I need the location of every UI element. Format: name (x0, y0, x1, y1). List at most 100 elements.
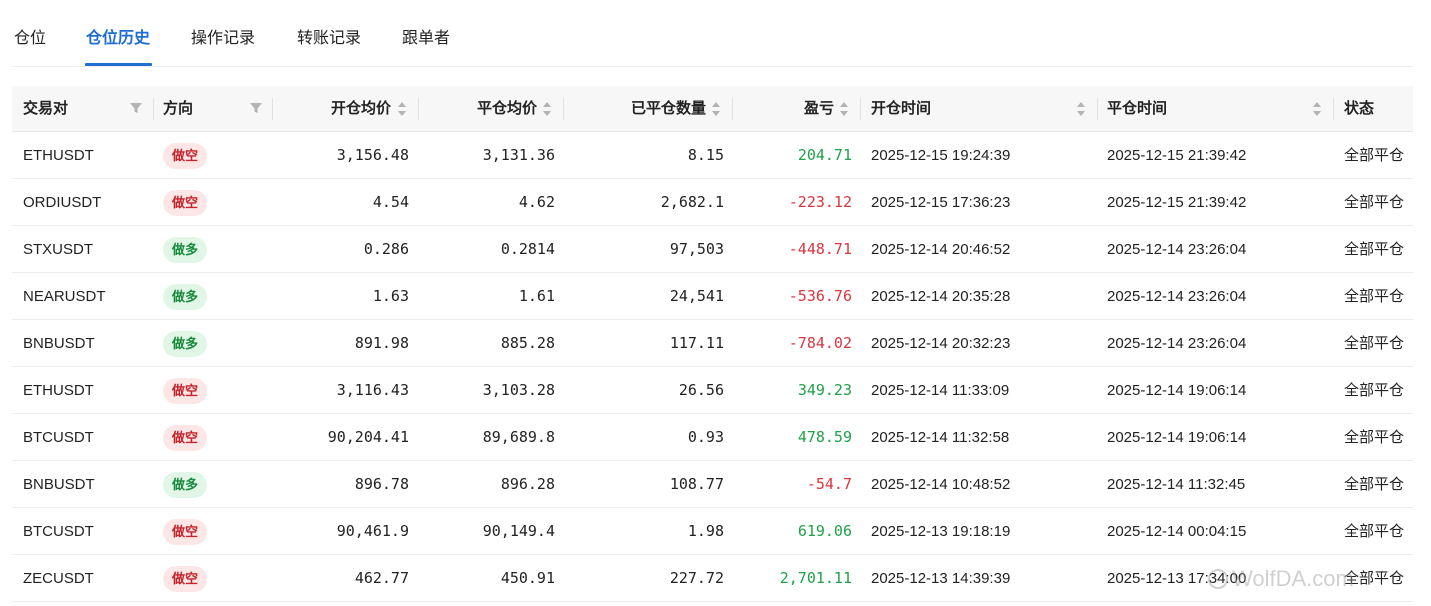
cell-status: 全部平仓 (1344, 241, 1405, 258)
cell-pnl: 619.06 (797, 522, 852, 540)
cell-close-time: 2025-12-15 21:39:42 (1107, 147, 1247, 164)
table-row[interactable]: ORDIUSDT 做空 4.54 4.62 2,682.1 -223.12 2025-12-… (12, 179, 1413, 226)
cell-open-avg: 90,204.41 (327, 428, 409, 446)
cell-open-avg: 90,461.9 (336, 522, 409, 540)
direction-badge: 做多 (163, 237, 208, 263)
sort-icon[interactable] (839, 99, 849, 119)
sort-icon[interactable] (542, 99, 552, 119)
sort-icon[interactable] (397, 99, 407, 119)
column-divider (563, 98, 564, 120)
cell-close-time: 2025-12-15 21:39:42 (1107, 194, 1247, 211)
cell-closed-qty: 1.98 (687, 522, 724, 540)
cell-pair: ORDIUSDT (23, 194, 102, 211)
column-divider (860, 98, 861, 120)
table-row[interactable]: ZECUSDT 做空 462.77 450.91 227.72 2,701.11 2025-… (12, 555, 1413, 602)
tab-operation-records[interactable]: 操作记录 (191, 28, 255, 50)
direction-badge: 做空 (163, 143, 208, 169)
column-divider (1097, 98, 1098, 120)
cell-status: 全部平仓 (1344, 288, 1405, 305)
tab-followers[interactable]: 跟单者 (402, 28, 450, 50)
watermark-logo-icon (1208, 569, 1228, 589)
tab-transfer-records[interactable]: 转账记录 (297, 28, 361, 50)
sort-icon[interactable] (1312, 99, 1322, 119)
cell-open-time: 2025-12-14 11:33:09 (871, 382, 1010, 399)
table-row[interactable]: BTCUSDT 做空 90,461.9 90,149.4 1.98 619.06 2025-… (12, 508, 1413, 555)
cell-pnl: 349.23 (797, 381, 852, 399)
direction-badge: 做多 (163, 472, 208, 498)
column-header-pair: 交易对 (23, 100, 69, 117)
cell-pnl: 2,701.11 (779, 569, 852, 587)
table-row[interactable]: STXUSDT 做多 0.286 0.2814 97,503 -448.71 2025-12… (12, 226, 1413, 273)
cell-close-time: 2025-12-14 11:32:45 (1107, 476, 1246, 493)
column-header-open-avg[interactable]: 开仓均价 (331, 86, 391, 132)
cell-close-time: 2025-12-14 23:26:04 (1107, 241, 1247, 258)
table-header: 交易对 方向 开仓均价 平仓均价 已平仓数量 盈亏 开仓时间 平仓时间 状态 (12, 86, 1413, 132)
cell-open-time: 2025-12-13 19:18:19 (871, 523, 1011, 540)
cell-close-time: 2025-12-14 23:26:04 (1107, 288, 1247, 305)
cell-open-time: 2025-12-13 14:39:39 (871, 570, 1011, 587)
cell-close-avg: 89,689.8 (482, 428, 555, 446)
cell-closed-qty: 24,541 (669, 287, 724, 305)
sort-icon[interactable] (1076, 99, 1086, 119)
cell-pair: ZECUSDT (23, 570, 94, 587)
table-row[interactable]: NEARUSDT 做多 1.63 1.61 24,541 -536.76 2025-12-1… (12, 273, 1413, 320)
table-row[interactable]: ETHUSDT 做空 3,156.48 3,131.36 8.15 204.71 2025-… (12, 132, 1413, 179)
cell-close-avg: 3,103.28 (482, 381, 555, 399)
cell-close-avg: 90,149.4 (482, 522, 555, 540)
cell-closed-qty: 108.77 (669, 475, 724, 493)
sort-icon[interactable] (711, 99, 721, 119)
direction-badge: 做空 (163, 378, 208, 404)
column-header-status: 状态 (1344, 100, 1375, 117)
cell-open-avg: 3,156.48 (336, 146, 409, 164)
active-tab-indicator (85, 63, 152, 66)
cell-open-time: 2025-12-14 10:48:52 (871, 476, 1011, 493)
column-divider (1333, 98, 1334, 120)
direction-badge: 做空 (163, 190, 208, 216)
tab-position-history[interactable]: 仓位历史 (86, 28, 150, 50)
column-divider (153, 98, 154, 120)
cell-open-time: 2025-12-14 20:32:23 (871, 335, 1011, 352)
cell-open-avg: 1.63 (372, 287, 409, 305)
cell-close-avg: 4.62 (518, 193, 555, 211)
column-header-closed-qty[interactable]: 已平仓数量 (631, 86, 706, 132)
tab-positions[interactable]: 仓位 (14, 28, 46, 50)
column-header-pnl[interactable]: 盈亏 (804, 86, 834, 132)
cell-closed-qty: 227.72 (669, 569, 724, 587)
cell-status: 全部平仓 (1344, 382, 1405, 399)
cell-closed-qty: 8.15 (687, 146, 724, 164)
cell-pnl: 478.59 (797, 428, 852, 446)
filter-icon[interactable] (129, 101, 143, 115)
column-divider (272, 98, 273, 120)
column-header-close-time[interactable]: 平仓时间 (1107, 86, 1167, 132)
cell-open-avg: 896.78 (354, 475, 409, 493)
column-header-close-avg[interactable]: 平仓均价 (477, 86, 537, 132)
table-row[interactable]: BTCUSDT 做空 90,204.41 89,689.8 0.93 478.59 2025… (12, 414, 1413, 461)
cell-status: 全部平仓 (1344, 335, 1405, 352)
cell-pnl: -784.02 (788, 334, 852, 352)
cell-closed-qty: 0.93 (687, 428, 724, 446)
cell-open-time: 2025-12-15 19:24:39 (871, 147, 1011, 164)
cell-status: 全部平仓 (1344, 523, 1405, 540)
cell-open-avg: 4.54 (372, 193, 409, 211)
watermark: WolfDA.com (1208, 566, 1354, 592)
cell-pnl: -448.71 (788, 240, 852, 258)
cell-open-avg: 891.98 (354, 334, 409, 352)
cell-open-time: 2025-12-14 20:46:52 (871, 241, 1011, 258)
cell-close-time: 2025-12-14 19:06:14 (1107, 382, 1247, 399)
column-header-open-time[interactable]: 开仓时间 (871, 86, 931, 132)
table-row[interactable]: ETHUSDT 做空 3,116.43 3,103.28 26.56 349.23 2025… (12, 367, 1413, 414)
cell-closed-qty: 26.56 (678, 381, 724, 399)
column-divider (418, 98, 419, 120)
direction-badge: 做多 (163, 284, 208, 310)
cell-pair: ETHUSDT (23, 147, 94, 164)
cell-close-time: 2025-12-14 19:06:14 (1107, 429, 1247, 446)
cell-status: 全部平仓 (1344, 429, 1405, 446)
cell-close-time: 2025-12-14 00:04:15 (1107, 523, 1247, 540)
filter-icon[interactable] (249, 101, 263, 115)
table-row[interactable]: BNBUSDT 做多 891.98 885.28 117.11 -784.02 2025-1… (12, 320, 1413, 367)
cell-closed-qty: 117.11 (669, 334, 724, 352)
cell-close-avg: 3,131.36 (482, 146, 555, 164)
cell-status: 全部平仓 (1344, 194, 1405, 211)
table-row[interactable]: BNBUSDT 做多 896.78 896.28 108.77 -54.7 2025-12-… (12, 461, 1413, 508)
cell-pair: ETHUSDT (23, 382, 94, 399)
